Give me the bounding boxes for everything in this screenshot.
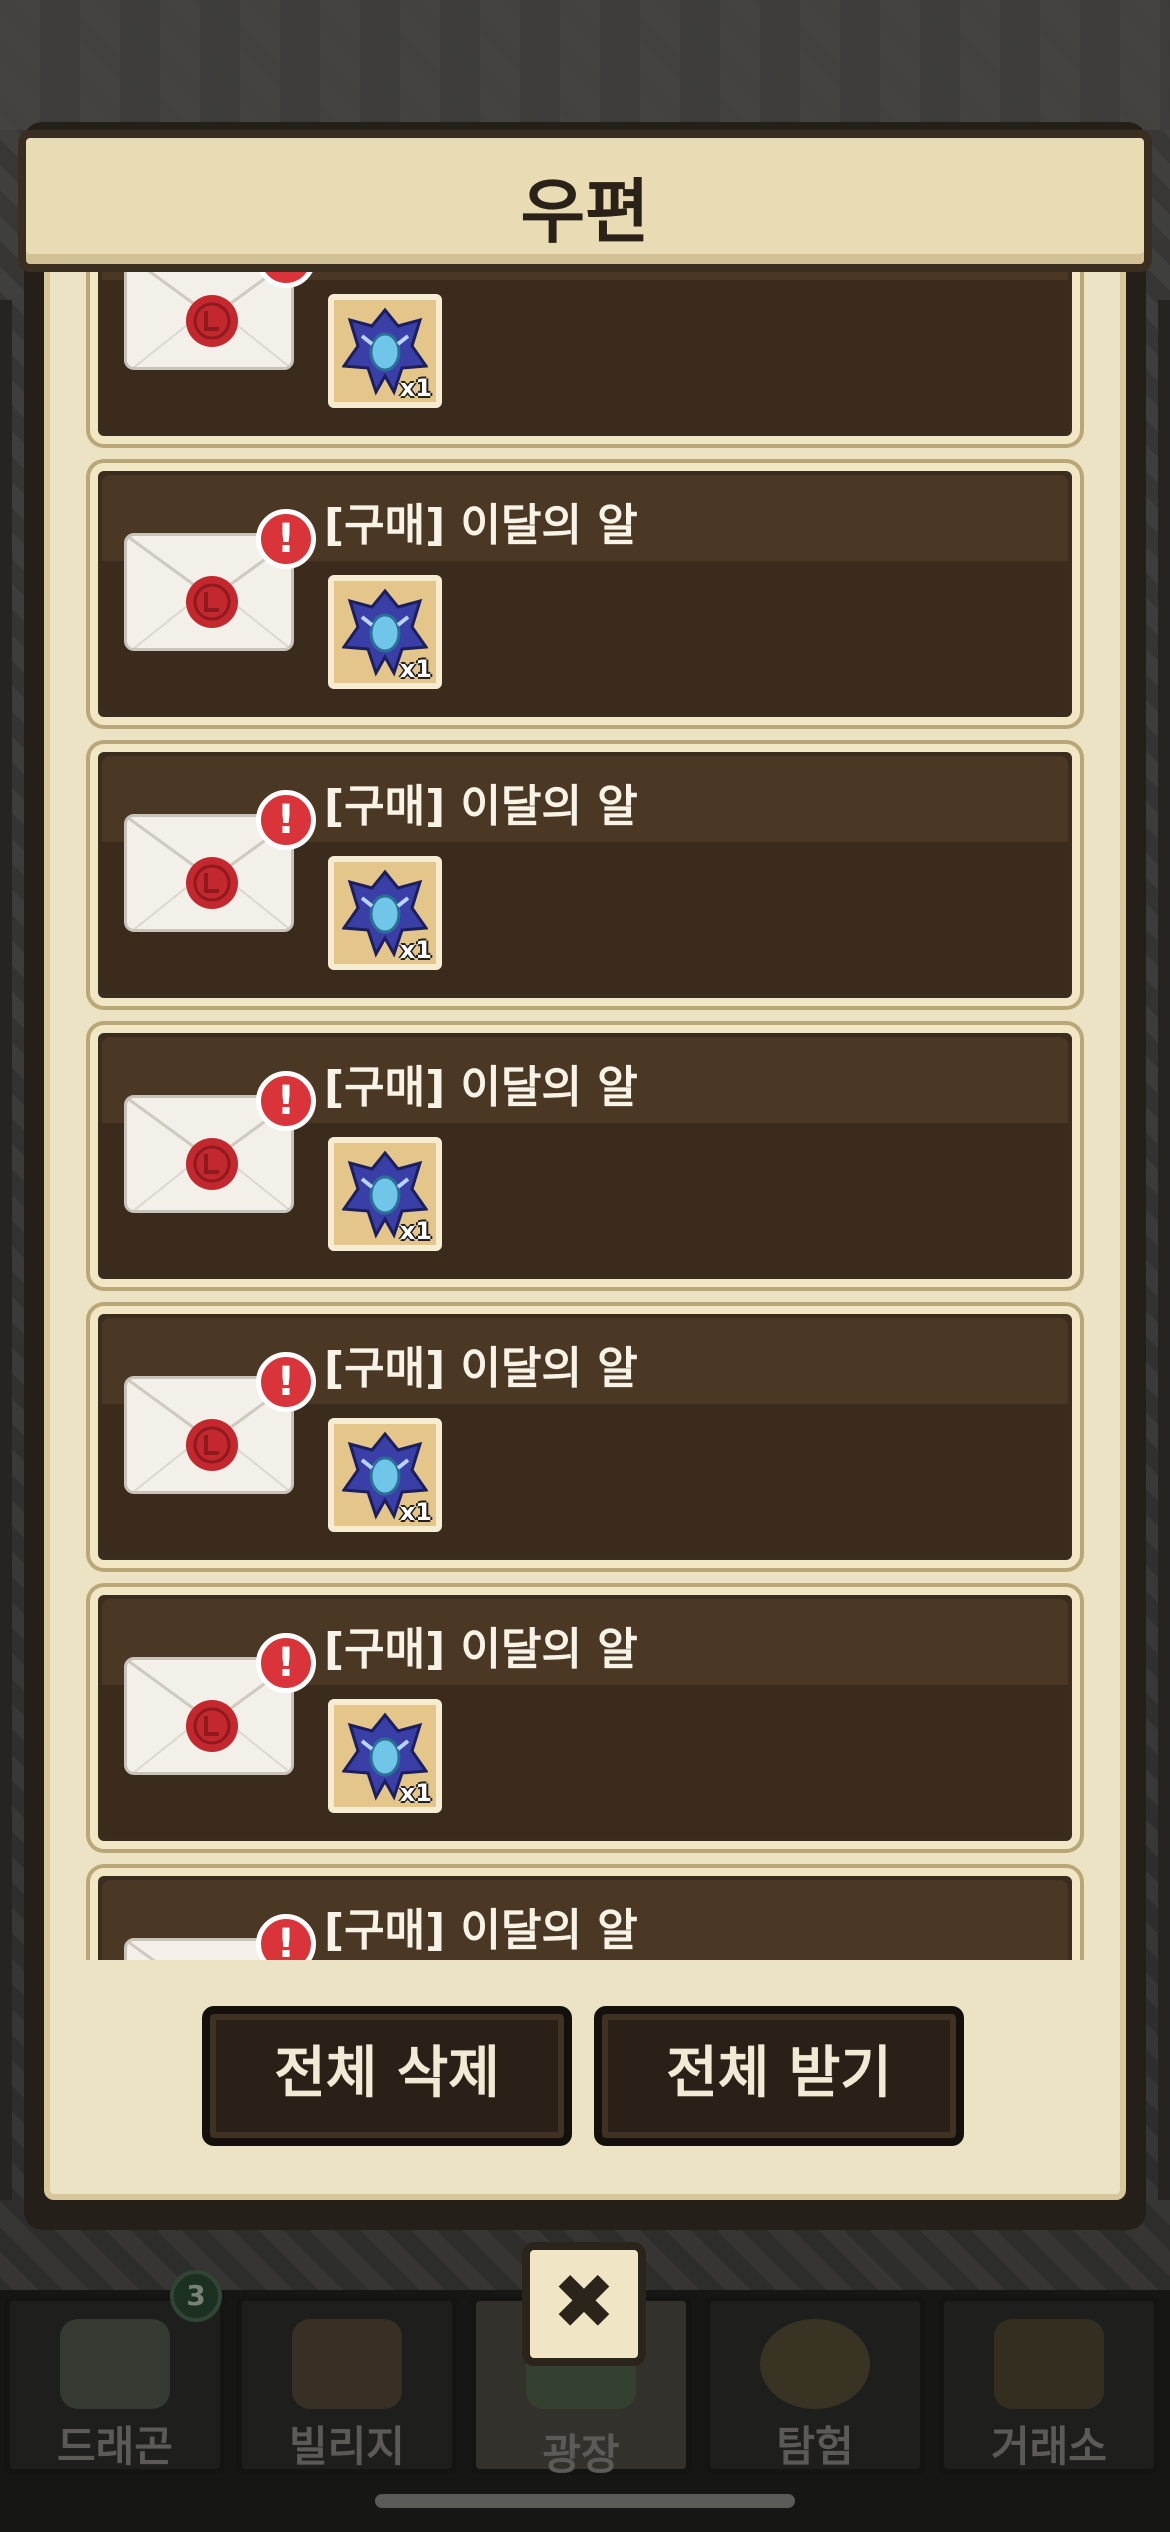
modal-title: 우편: [520, 171, 650, 253]
item-quantity: x1: [399, 1779, 432, 1807]
reward-item[interactable]: x1: [328, 575, 442, 689]
reward-item[interactable]: x1: [328, 1418, 442, 1532]
reward-item[interactable]: x1: [328, 1137, 442, 1251]
reward-item[interactable]: x1: [328, 1699, 442, 1813]
mail-item[interactable]: ! [구매] 이달의 알 x1: [90, 1587, 1080, 1849]
mail-modal-header: 우편: [18, 130, 1152, 272]
reward-item[interactable]: x1: [328, 856, 442, 970]
mail-item[interactable]: ! [구매] 이달의 알 x1: [90, 272, 1080, 444]
mail-title: [구매] 이달의 알: [324, 781, 638, 832]
item-quantity: x1: [399, 1217, 432, 1245]
mail-title: [구매] 이달의 알: [324, 500, 638, 551]
unread-alert-icon: !: [256, 1633, 316, 1693]
item-quantity: x1: [399, 1498, 432, 1526]
reward-item[interactable]: x1: [328, 294, 442, 408]
unread-alert-icon: !: [256, 1071, 316, 1131]
mail-item[interactable]: ! [구매] 이달의 알 x1: [90, 744, 1080, 1006]
mail-list[interactable]: ! [구매] 이달의 알 x1 !: [86, 272, 1084, 1960]
mail-title: [구매] 이달의 알: [324, 1343, 638, 1394]
mail-title: [구매] 이달의 알: [324, 1062, 638, 1113]
unread-alert-icon: !: [256, 509, 316, 569]
close-icon: ✖: [552, 2257, 616, 2346]
unread-alert-icon: !: [256, 1352, 316, 1412]
delete-all-button[interactable]: 전체 삭제: [202, 2006, 572, 2146]
item-quantity: x1: [399, 374, 432, 402]
mail-item[interactable]: ! [구매] 이달의 알 x1: [90, 1868, 1080, 1960]
receive-all-button[interactable]: 전체 받기: [594, 2006, 964, 2146]
unread-alert-icon: !: [256, 790, 316, 850]
close-button[interactable]: ✖: [522, 2242, 646, 2366]
mail-item[interactable]: ! [구매] 이달의 알 x1: [90, 1025, 1080, 1287]
item-quantity: x1: [399, 655, 432, 683]
mail-title: [구매] 이달의 알: [324, 1624, 638, 1675]
envelope-icon: [124, 272, 294, 370]
mail-title: [구매] 이달의 알: [324, 1905, 638, 1956]
mail-item[interactable]: ! [구매] 이달의 알 x1: [90, 463, 1080, 725]
item-quantity: x1: [399, 936, 432, 964]
mail-item[interactable]: ! [구매] 이달의 알 x1: [90, 1306, 1080, 1568]
